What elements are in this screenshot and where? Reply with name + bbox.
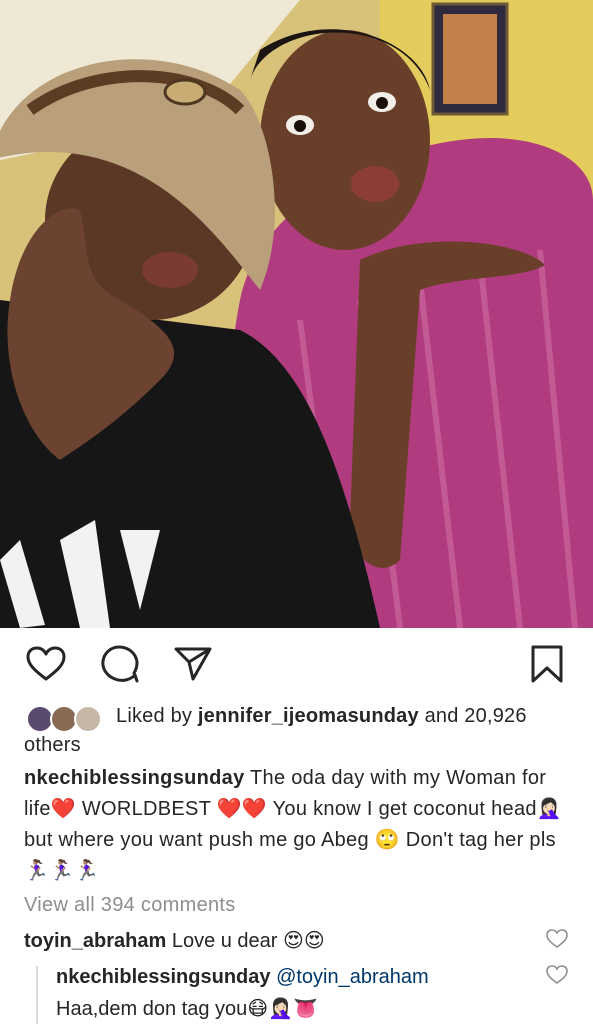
avatar (74, 704, 102, 733)
reply-like-heart-icon[interactable] (546, 965, 568, 990)
comment-icon[interactable] (100, 645, 140, 688)
caption-username[interactable]: nkechiblessingsunday (24, 767, 245, 789)
reply-thread-line (36, 966, 38, 1024)
liker-avatars (24, 703, 106, 733)
likes-summary: Liked by jennifer_ijeomasunday and 20,92… (24, 702, 574, 759)
liked-prefix: Liked by (116, 705, 198, 727)
selfie-photo (0, 0, 593, 628)
reply-item: nkechiblessingsunday @toyin_abraham Haa,… (56, 961, 536, 1025)
reply-mention-link[interactable]: @toyin_abraham (271, 966, 429, 988)
comment-username[interactable]: toyin_abraham (24, 930, 166, 952)
comment-item: toyin_abraham Love u dear 😍😍 (24, 926, 544, 957)
reply-text: Haa,dem don tag you😷🤦🏻‍♀️👅 (56, 998, 318, 1020)
bookmark-icon[interactable] (530, 644, 564, 689)
reply-username[interactable]: nkechiblessingsunday (56, 966, 271, 988)
post-actions (0, 638, 593, 694)
heart-icon[interactable] (26, 646, 66, 687)
post-photo[interactable] (0, 0, 593, 628)
liked-user-link[interactable]: jennifer_ijeomasunday (198, 705, 419, 727)
view-all-comments-link[interactable]: View all 394 comments (24, 894, 236, 917)
post-caption: nkechiblessingsunday The oda day with my… (24, 763, 572, 887)
send-icon[interactable] (173, 646, 213, 687)
comment-text: Love u dear 😍😍 (166, 930, 325, 952)
comment-like-heart-icon[interactable] (546, 929, 568, 954)
